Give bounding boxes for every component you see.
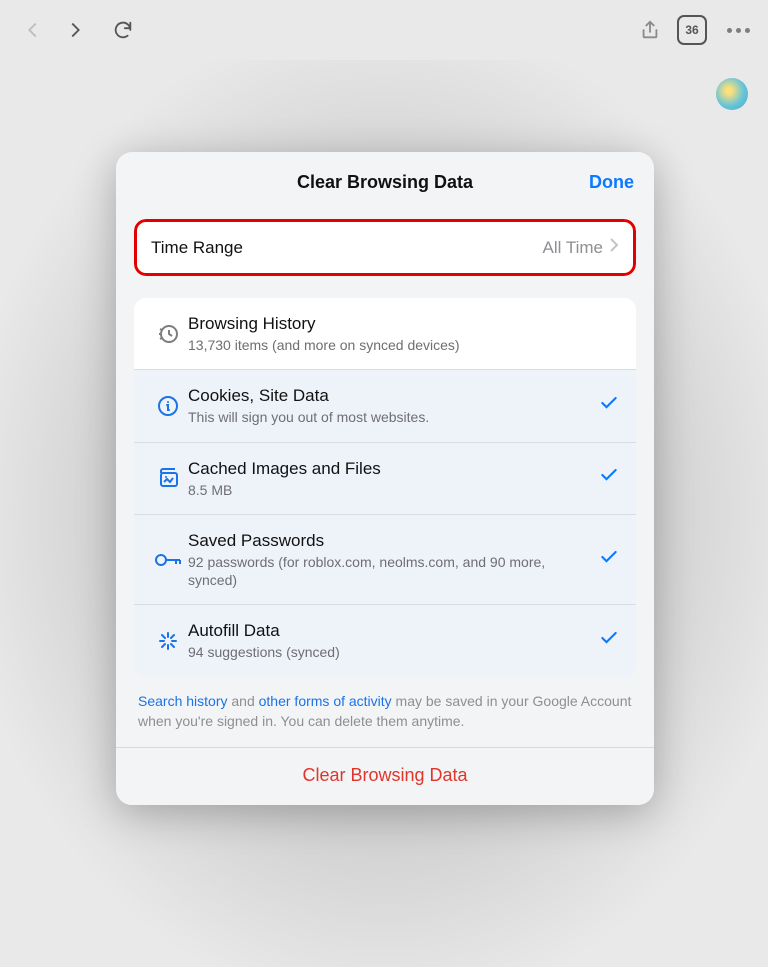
browser-toolbar: 36 bbox=[0, 0, 768, 60]
footnote-text: and bbox=[227, 693, 258, 709]
item-title: Cached Images and Files bbox=[188, 458, 590, 480]
row-saved-passwords[interactable]: Saved Passwords 92 passwords (for roblox… bbox=[134, 514, 636, 604]
done-button[interactable]: Done bbox=[589, 172, 634, 193]
checkmark-icon bbox=[596, 393, 622, 419]
footnote: Search history and other forms of activi… bbox=[134, 691, 636, 748]
time-range-label: Time Range bbox=[151, 238, 543, 258]
row-cookies[interactable]: Cookies, Site Data This will sign you ou… bbox=[134, 369, 636, 441]
item-title: Autofill Data bbox=[188, 620, 590, 642]
reload-button[interactable] bbox=[102, 9, 144, 51]
other-activity-link[interactable]: other forms of activity bbox=[259, 693, 392, 709]
more-button[interactable] bbox=[727, 28, 750, 33]
clear-browsing-data-button[interactable]: Clear Browsing Data bbox=[116, 765, 654, 786]
item-subtitle: This will sign you out of most websites. bbox=[188, 408, 590, 426]
time-range-value: All Time bbox=[543, 238, 603, 258]
row-autofill-data[interactable]: Autofill Data 94 suggestions (synced) bbox=[134, 604, 636, 676]
row-browsing-history[interactable]: Browsing History 13,730 items (and more … bbox=[134, 298, 636, 369]
item-subtitle: 8.5 MB bbox=[188, 481, 590, 499]
checkmark-icon bbox=[596, 628, 622, 654]
item-subtitle: 13,730 items (and more on synced devices… bbox=[188, 336, 590, 354]
checkmark-icon bbox=[596, 465, 622, 491]
dialog-title: Clear Browsing Data bbox=[116, 172, 654, 193]
share-button[interactable] bbox=[629, 9, 671, 51]
chevron-right-icon bbox=[609, 237, 619, 258]
checkmark-icon bbox=[596, 547, 622, 573]
autofill-icon bbox=[148, 629, 188, 653]
tab-count-badge: 36 bbox=[677, 15, 707, 45]
item-subtitle: 94 suggestions (synced) bbox=[188, 643, 590, 661]
clear-browsing-data-dialog: Clear Browsing Data Done Time Range All … bbox=[116, 152, 654, 805]
info-icon bbox=[148, 394, 188, 418]
item-subtitle: 92 passwords (for roblox.com, neolms.com… bbox=[188, 553, 590, 589]
data-types-list: Browsing History 13,730 items (and more … bbox=[134, 298, 636, 677]
history-icon bbox=[148, 322, 188, 346]
avatar[interactable] bbox=[716, 78, 748, 110]
key-icon bbox=[148, 550, 188, 570]
item-title: Saved Passwords bbox=[188, 530, 590, 552]
item-title: Cookies, Site Data bbox=[188, 385, 590, 407]
dialog-header: Clear Browsing Data Done bbox=[116, 152, 654, 219]
item-title: Browsing History bbox=[188, 313, 590, 335]
dialog-footer: Clear Browsing Data bbox=[116, 747, 654, 805]
images-icon bbox=[148, 466, 188, 490]
forward-button[interactable] bbox=[54, 9, 96, 51]
tabs-button[interactable]: 36 bbox=[671, 9, 713, 51]
row-cached-images[interactable]: Cached Images and Files 8.5 MB bbox=[134, 442, 636, 514]
time-range-row[interactable]: Time Range All Time bbox=[134, 219, 636, 276]
back-button[interactable] bbox=[12, 9, 54, 51]
search-history-link[interactable]: Search history bbox=[138, 693, 227, 709]
